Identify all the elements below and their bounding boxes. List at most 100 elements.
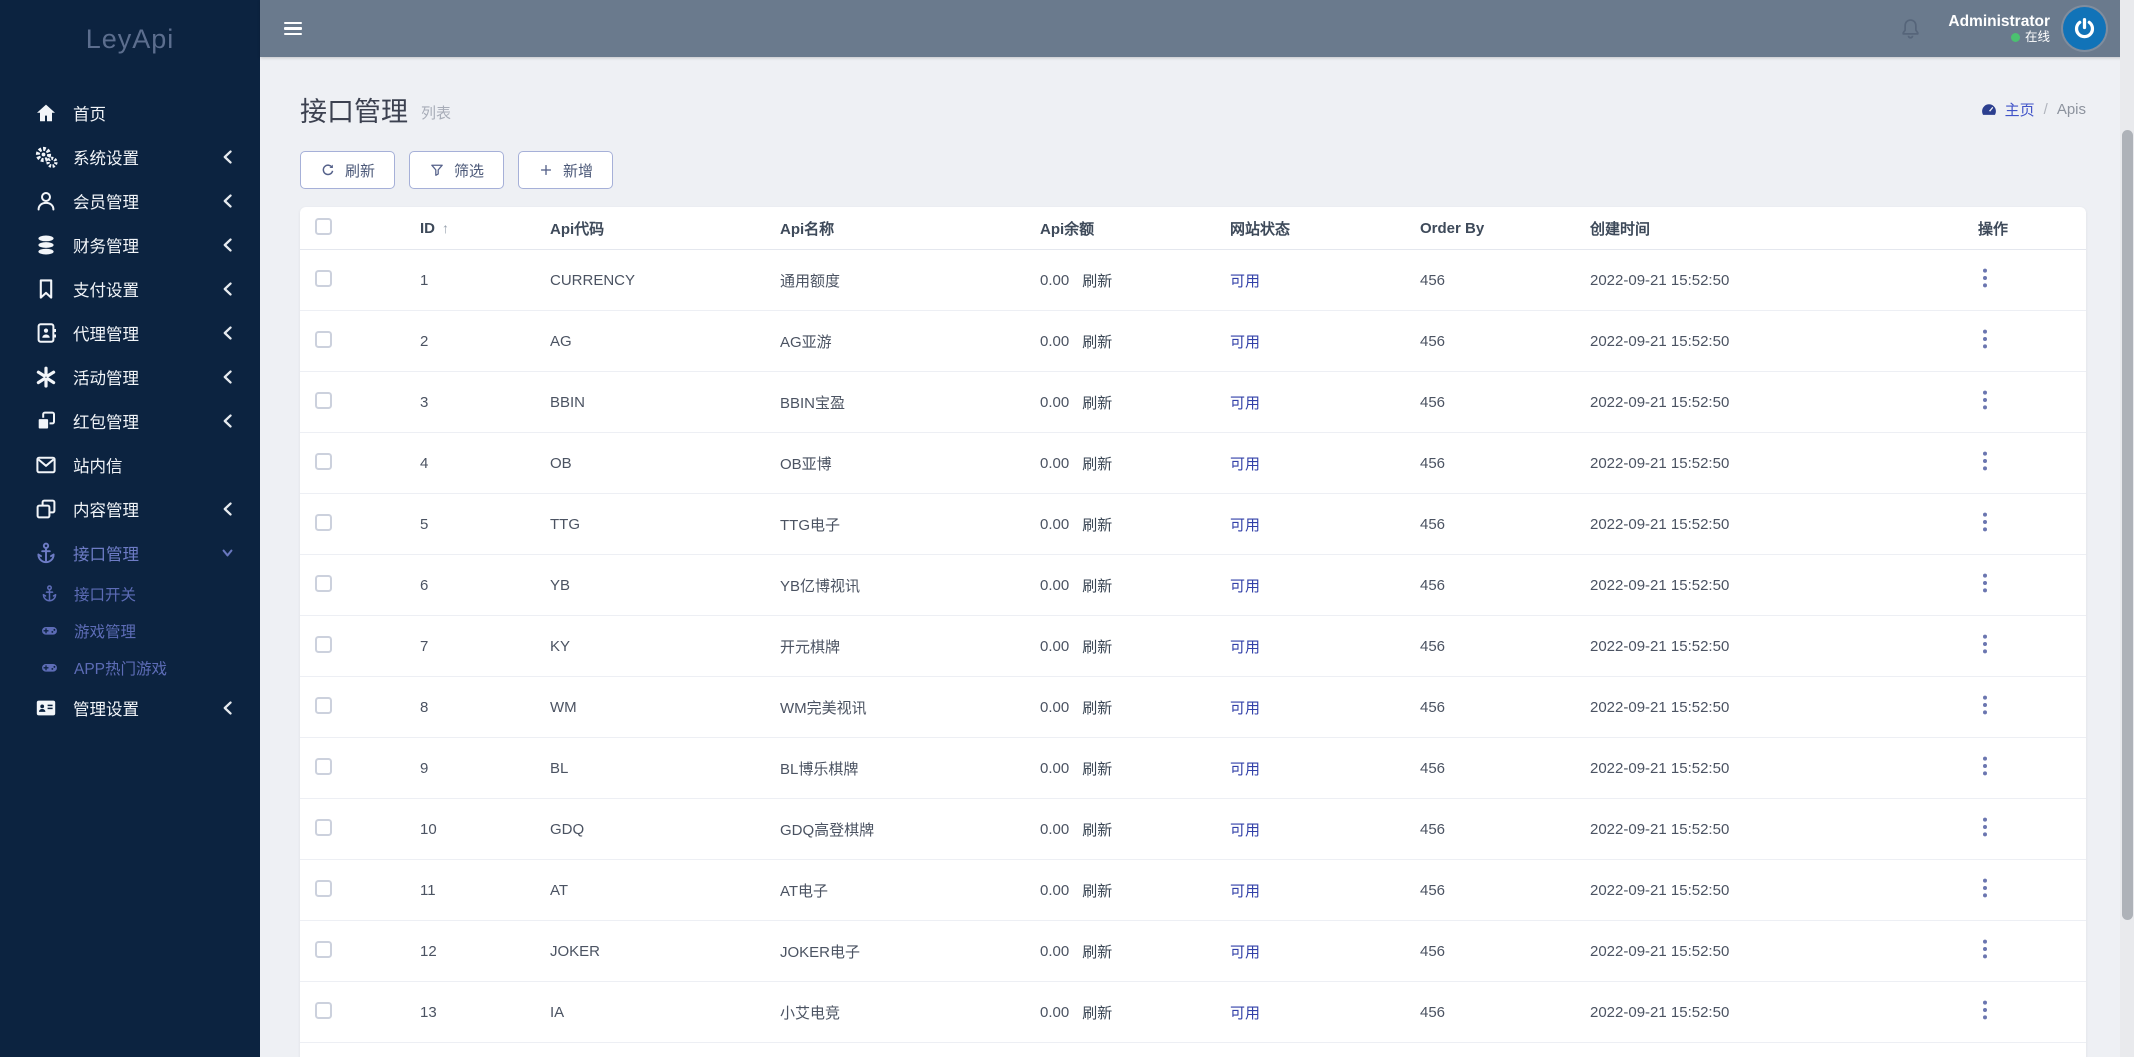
sidebar-item[interactable]: 财务管理: [0, 223, 260, 267]
sidebar-item[interactable]: 接口管理: [0, 531, 260, 575]
row-actions-kebab-icon[interactable]: [1978, 266, 1992, 290]
sidebar-toggle-icon[interactable]: [284, 21, 302, 36]
sidebar: LeyApi 首页 系统设置 会员管理 财务管理 支付设置 代理管理 活动管理 红包管理 站内信…: [0, 0, 260, 1057]
cell-order-by: 456: [1420, 881, 1446, 899]
balance-refresh-link[interactable]: 刷新: [1082, 1002, 1112, 1023]
site-status-link[interactable]: 可用: [1230, 639, 1260, 656]
site-status-link[interactable]: 可用: [1230, 700, 1260, 717]
site-status-link[interactable]: 可用: [1230, 334, 1260, 351]
row-actions-kebab-icon[interactable]: [1978, 754, 1992, 778]
row-checkbox[interactable]: [315, 879, 332, 897]
sidebar-item[interactable]: 代理管理: [0, 311, 260, 355]
row-checkbox[interactable]: [315, 391, 332, 409]
balance-refresh-link[interactable]: 刷新: [1082, 697, 1112, 718]
balance-refresh-link[interactable]: 刷新: [1082, 880, 1112, 901]
row-checkbox[interactable]: [315, 757, 332, 775]
sidebar-item[interactable]: 管理设置: [0, 686, 260, 730]
balance-refresh-link[interactable]: 刷新: [1082, 758, 1112, 779]
refresh-button[interactable]: 刷新: [300, 151, 396, 189]
row-checkbox[interactable]: [315, 330, 332, 348]
site-status-link[interactable]: 可用: [1230, 1005, 1260, 1022]
row-checkbox[interactable]: [315, 635, 332, 653]
row-actions-kebab-icon[interactable]: [1978, 449, 1992, 473]
row-actions-kebab-icon[interactable]: [1978, 388, 1992, 412]
row-checkbox[interactable]: [315, 818, 332, 836]
site-status-link[interactable]: 可用: [1230, 456, 1260, 473]
row-checkbox[interactable]: [315, 940, 332, 958]
table-row: 5 TTG TTG电子 0.00 刷新 可用 456 2022-09-21 15…: [300, 494, 2086, 555]
user-status: 在线: [1948, 30, 2050, 45]
column-header-site-status[interactable]: 网站状态: [1230, 218, 1420, 239]
column-header-api-name[interactable]: Api名称: [780, 218, 1040, 239]
select-all-checkbox[interactable]: [315, 217, 332, 235]
site-status-link[interactable]: 可用: [1230, 822, 1260, 839]
row-actions-kebab-icon[interactable]: [1978, 632, 1992, 656]
row-checkbox[interactable]: [315, 696, 332, 714]
site-status-link[interactable]: 可用: [1230, 517, 1260, 534]
site-status-link[interactable]: 可用: [1230, 578, 1260, 595]
breadcrumb-home-link[interactable]: 主页: [2005, 99, 2035, 120]
balance-refresh-link[interactable]: 刷新: [1082, 575, 1112, 596]
row-checkbox[interactable]: [315, 574, 332, 592]
row-actions-kebab-icon[interactable]: [1978, 937, 1992, 961]
row-actions-kebab-icon[interactable]: [1978, 571, 1992, 595]
balance-refresh-link[interactable]: 刷新: [1082, 392, 1112, 413]
sidebar-item[interactable]: 活动管理: [0, 355, 260, 399]
sidebar-subitem[interactable]: 游戏管理: [0, 612, 260, 649]
sidebar-item[interactable]: 红包管理: [0, 399, 260, 443]
notifications-bell-icon[interactable]: [1899, 17, 1922, 40]
balance-refresh-link[interactable]: 刷新: [1082, 941, 1112, 962]
site-status-link[interactable]: 可用: [1230, 395, 1260, 412]
row-actions-kebab-icon[interactable]: [1978, 998, 1992, 1022]
cell-id: 12: [420, 942, 437, 960]
filter-button[interactable]: 筛选: [409, 151, 505, 189]
balance-refresh-link[interactable]: 刷新: [1082, 270, 1112, 291]
sidebar-subitem[interactable]: 接口开关: [0, 575, 260, 612]
page-subtitle: 列表: [421, 105, 452, 122]
balance-refresh-link[interactable]: 刷新: [1082, 819, 1112, 840]
row-checkbox[interactable]: [315, 452, 332, 470]
column-header-api-code[interactable]: Api代码: [550, 218, 780, 239]
site-status-link[interactable]: 可用: [1230, 944, 1260, 961]
balance-refresh-link[interactable]: 刷新: [1082, 331, 1112, 352]
column-header-api-balance[interactable]: Api余额: [1040, 218, 1230, 239]
cell-api-code: OB: [550, 454, 572, 472]
row-checkbox[interactable]: [315, 1001, 332, 1019]
balance-refresh-link[interactable]: 刷新: [1082, 514, 1112, 535]
column-header-created[interactable]: 创建时间: [1590, 218, 1960, 239]
cell-api-balance: 0.00: [1040, 637, 1070, 655]
cell-api-code: GDQ: [550, 820, 585, 838]
column-header-id[interactable]: ID ↑: [420, 220, 550, 237]
sidebar-subitem[interactable]: APP热门游戏: [0, 649, 260, 686]
sidebar-item[interactable]: 内容管理: [0, 487, 260, 531]
sidebar-item[interactable]: 系统设置: [0, 135, 260, 179]
row-actions-kebab-icon[interactable]: [1978, 876, 1992, 900]
row-actions-kebab-icon[interactable]: [1978, 510, 1992, 534]
cell-api-balance: 0.00: [1040, 332, 1070, 350]
online-status-dot: [2010, 32, 2020, 42]
balance-refresh-link[interactable]: 刷新: [1082, 453, 1112, 474]
scrollbar-thumb[interactable]: [2121, 130, 2133, 920]
sidebar-item[interactable]: 站内信: [0, 443, 260, 487]
row-actions-kebab-icon[interactable]: [1978, 815, 1992, 839]
sidebar-item[interactable]: 首页: [0, 91, 260, 135]
site-status-link[interactable]: 可用: [1230, 883, 1260, 900]
sidebar-item[interactable]: 支付设置: [0, 267, 260, 311]
site-status-link[interactable]: 可用: [1230, 273, 1260, 290]
add-button[interactable]: 新增: [518, 151, 614, 189]
chevron-left-icon: [221, 369, 234, 385]
vertical-scrollbar[interactable]: [2120, 0, 2134, 1057]
cell-created: 2022-09-21 15:52:50: [1590, 515, 1730, 533]
topbar: Administrator 在线: [260, 0, 2134, 57]
column-header-order-by[interactable]: Order By: [1420, 220, 1590, 237]
row-actions-kebab-icon[interactable]: [1978, 327, 1992, 351]
balance-refresh-link[interactable]: 刷新: [1082, 636, 1112, 657]
row-actions-kebab-icon[interactable]: [1978, 693, 1992, 717]
row-checkbox[interactable]: [315, 269, 332, 287]
avatar[interactable]: [2063, 7, 2106, 50]
sidebar-subitem-label: 游戏管理: [74, 623, 137, 641]
site-status-link[interactable]: 可用: [1230, 761, 1260, 778]
row-checkbox[interactable]: [315, 513, 332, 531]
user-info[interactable]: Administrator 在线: [1948, 13, 2050, 45]
sidebar-item[interactable]: 会员管理: [0, 179, 260, 223]
